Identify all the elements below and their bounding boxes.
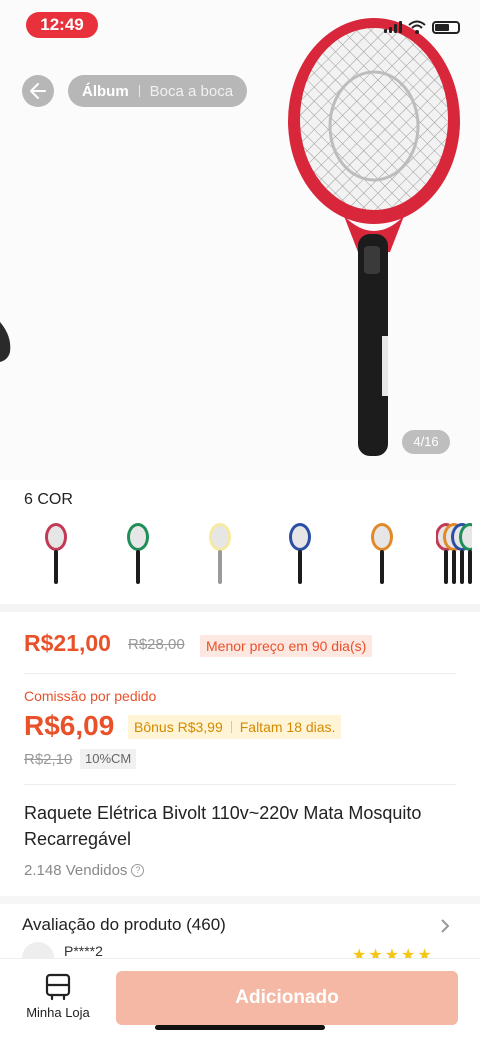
racket-thumbnail: [209, 523, 231, 584]
status-bar: 12:49: [0, 0, 480, 50]
store-icon: [45, 973, 71, 1001]
tab-divider: [138, 85, 140, 97]
bottom-action-bar: Minha Loja Adicionado: [0, 958, 480, 1040]
color-variant-4[interactable]: [282, 520, 318, 590]
home-indicator: [155, 1025, 325, 1030]
sold-count-text: 2.148 Vendidos: [24, 862, 128, 879]
back-button[interactable]: [22, 75, 54, 107]
my-store-button[interactable]: Minha Loja: [18, 973, 98, 1029]
color-variant-5[interactable]: [364, 520, 400, 590]
tab-reviews[interactable]: Boca a boca: [150, 83, 233, 100]
current-price: R$21,00: [24, 630, 111, 656]
divider-line: [24, 784, 456, 785]
arrow-left-icon: [30, 83, 46, 99]
my-store-label: Minha Loja: [26, 1005, 90, 1020]
lowest-price-badge: Menor preço em 90 dia(s): [200, 635, 373, 657]
section-divider: [0, 604, 480, 612]
bonus-deadline: Faltam 18 dias.: [239, 719, 336, 735]
image-counter: 4/16: [402, 430, 450, 454]
original-price: R$28,00: [128, 636, 185, 653]
color-variant-3[interactable]: [202, 520, 238, 590]
color-count-label: 6 COR: [24, 491, 73, 508]
product-image-gallery[interactable]: 12:49 Álbum Boca a boca 4/16: [0, 0, 480, 480]
commission-label: Comissão por pedido: [24, 688, 157, 704]
wifi-icon: [408, 20, 426, 34]
racket-thumbnail: [45, 523, 67, 584]
sold-count: 2.148 Vendidos ?: [24, 862, 145, 879]
racket-thumbnail: [371, 523, 393, 584]
racket-image: [288, 18, 460, 456]
added-button[interactable]: Adicionado: [116, 971, 458, 1025]
status-time: 12:49: [26, 12, 98, 38]
bonus-separator: [230, 721, 232, 733]
chevron-right-icon[interactable]: [438, 916, 452, 936]
racket-thumbnail: [127, 523, 149, 584]
bonus-amount: Bônus R$3,99: [134, 719, 223, 735]
section-divider: [0, 896, 480, 904]
color-variant-1[interactable]: [38, 520, 74, 590]
commission-rate-badge: 10%CM: [80, 749, 137, 769]
tab-album[interactable]: Álbum: [82, 83, 129, 100]
commission-value: R$6,09: [24, 710, 115, 741]
reviews-header[interactable]: Avaliação do produto (460): [22, 915, 226, 935]
gallery-tabs: Álbum Boca a boca: [68, 75, 248, 107]
color-variant-6[interactable]: [436, 520, 472, 590]
racket-thumbnail: [289, 523, 311, 584]
signal-icon: [384, 21, 402, 33]
color-variant-2[interactable]: [120, 520, 156, 590]
reviewer-name: P****2: [64, 943, 103, 959]
commission-original: R$2,10: [24, 751, 73, 768]
divider-line: [24, 673, 456, 674]
help-icon[interactable]: ?: [131, 864, 145, 877]
status-icons: [384, 20, 460, 34]
racket-thumbnail: [436, 523, 472, 584]
bonus-badge: Bônus R$3,99 Faltam 18 dias.: [128, 715, 342, 739]
previous-image-edge: [0, 322, 11, 362]
product-title: Raquete Elétrica Bivolt 110v~220v Mata M…: [24, 803, 422, 849]
battery-icon: [432, 20, 460, 34]
